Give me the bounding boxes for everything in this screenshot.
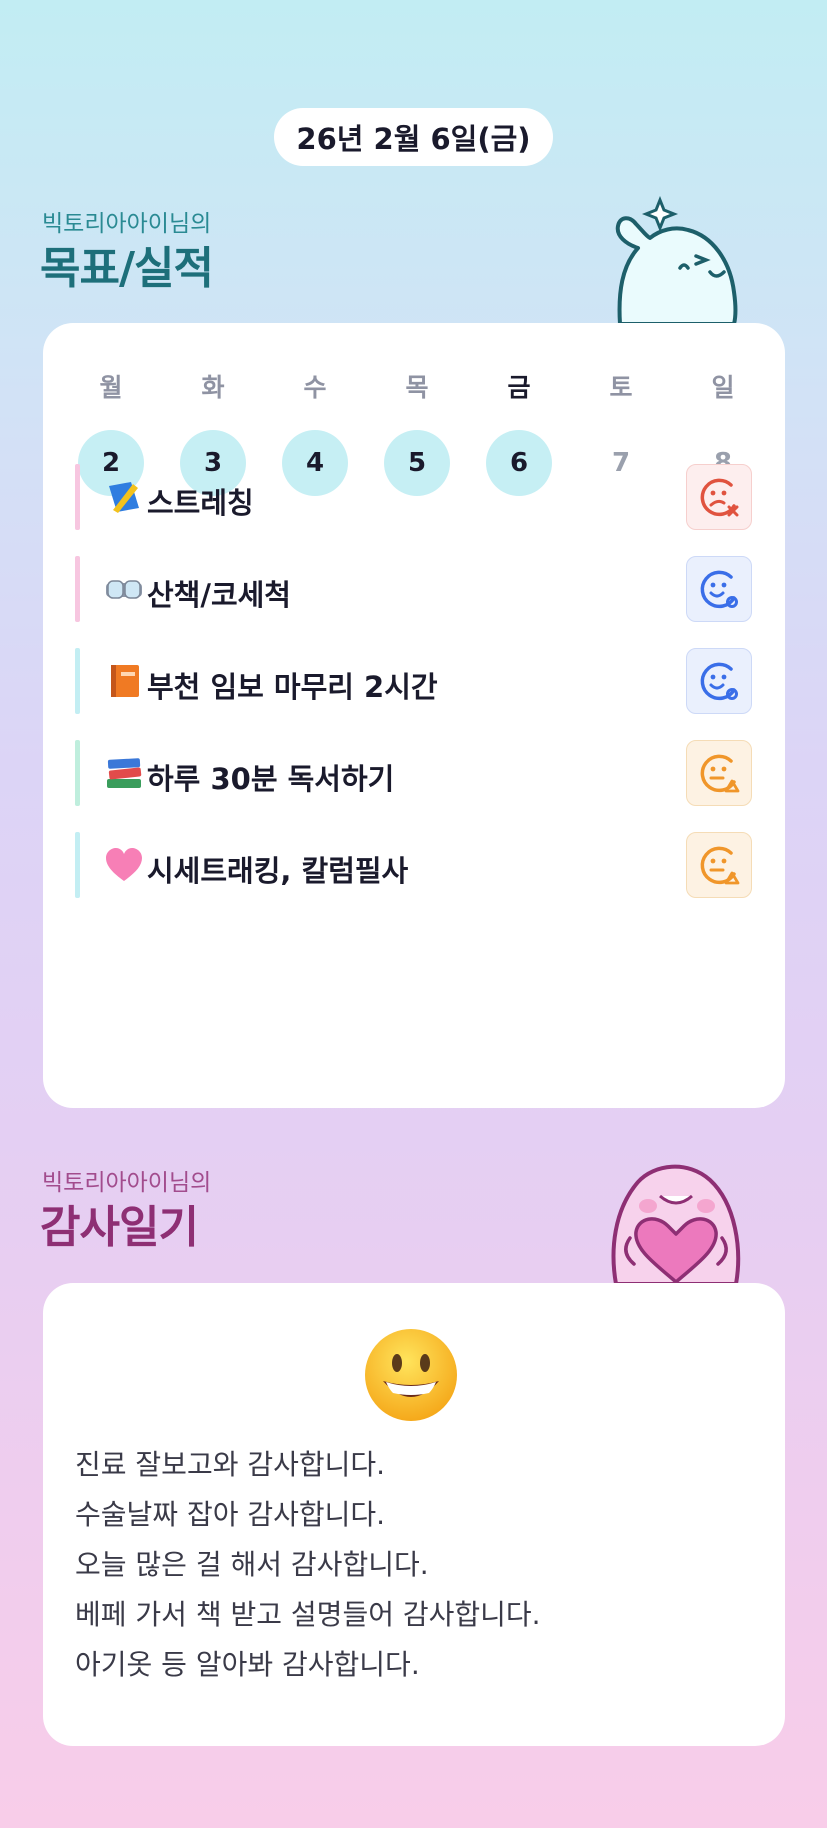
smile-face-check-icon	[700, 662, 738, 701]
goal-color-bar	[75, 648, 80, 714]
sports-sash-icon	[109, 482, 139, 513]
goal-item[interactable]: 스트레칭	[75, 464, 755, 530]
books-icon	[107, 758, 142, 788]
goal-color-bar	[75, 556, 80, 622]
gratitude-section-title: 감사일기	[40, 1202, 199, 1253]
gratitude-line: 아기옷 등 알아봐 감사합니다.	[75, 1648, 420, 1681]
goal-item[interactable]: 산책/코세척	[75, 556, 755, 622]
goal-emoji	[105, 754, 143, 792]
gratitude-line: 베페 가서 책 받고 설명들어 감사합니다.	[75, 1598, 541, 1631]
weekday-label: 금	[507, 373, 531, 402]
goal-status-button[interactable]	[686, 832, 752, 898]
pink-heart-icon	[106, 848, 142, 881]
weekday-label: 화	[201, 373, 225, 402]
goal-status-button[interactable]	[686, 740, 752, 806]
neutral-face-triangle-icon	[700, 846, 740, 885]
goal-title: 시세트래킹, 칼럼필사	[147, 854, 409, 888]
goal-title: 스트레칭	[147, 486, 254, 520]
weekday-label: 수	[303, 373, 327, 402]
goal-title: 하루 30분 독서하기	[147, 762, 395, 796]
heart-hugging-mascot-icon	[611, 1164, 741, 1284]
goal-emoji	[105, 570, 143, 608]
smile-face-check-icon	[700, 570, 738, 609]
neutral-face-triangle-icon	[700, 754, 740, 793]
goal-item[interactable]: 시세트래킹, 칼럼필사	[75, 832, 755, 898]
weekday-label: 목	[405, 373, 429, 402]
date-selector[interactable]: 26년 2월 6일(금)	[274, 108, 553, 166]
date-label: 26년 2월 6일(금)	[296, 122, 531, 156]
gratitude-card: 진료 잘보고와 감사합니다. 수술날짜 잡아 감사합니다. 오늘 많은 걸 해서 감…	[43, 1283, 785, 1746]
goals-section-title: 목표/실적	[40, 243, 214, 294]
gratitude-line: 진료 잘보고와 감사합니다.	[75, 1448, 386, 1481]
orange-book-icon	[111, 665, 139, 697]
weekday-label: 일	[711, 373, 735, 402]
goal-emoji	[105, 846, 143, 884]
goal-title: 산책/코세척	[147, 578, 291, 612]
goal-color-bar	[75, 464, 80, 530]
goal-color-bar	[75, 740, 80, 806]
goal-status-button[interactable]	[686, 556, 752, 622]
goal-color-bar	[75, 832, 80, 898]
gratitude-line: 오늘 많은 걸 해서 감사합니다.	[75, 1548, 429, 1581]
sad-face-x-icon	[700, 478, 739, 517]
goal-item[interactable]: 하루 30분 독서하기	[75, 740, 755, 806]
goal-title: 부천 임보 마무리 2시간	[147, 670, 438, 704]
goggles-icon	[106, 580, 142, 599]
goal-emoji	[105, 662, 143, 700]
cheering-mascot-icon	[615, 196, 738, 324]
goals-card: 월2화3수4목5금6토7일8 스트레칭 산책/코세척 부천 임보 마무리 2시간 하루…	[43, 323, 785, 1108]
goal-item[interactable]: 부천 임보 마무리 2시간	[75, 648, 755, 714]
weekday-label: 월	[99, 373, 123, 402]
goal-status-button[interactable]	[686, 648, 752, 714]
goal-emoji	[105, 478, 143, 516]
gratitude-line: 수술날짜 잡아 감사합니다.	[75, 1498, 386, 1531]
weekday-label: 토	[609, 373, 633, 402]
goal-status-button[interactable]	[686, 464, 752, 530]
grinning-face-icon	[365, 1329, 457, 1421]
